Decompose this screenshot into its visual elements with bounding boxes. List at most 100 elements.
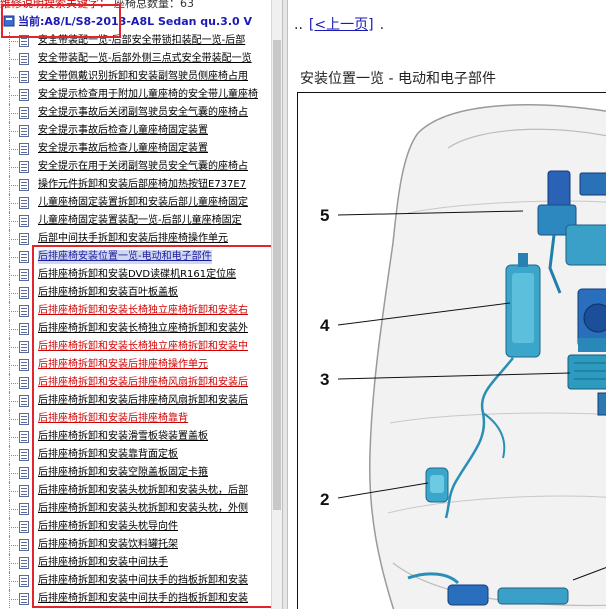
document-icon (19, 89, 29, 101)
document-icon (19, 413, 29, 425)
tree-item-label[interactable]: 安全带佩戴识别拆卸和安装副驾驶员侧座椅占用 (38, 70, 248, 84)
tree-item[interactable]: 安全提示事故后检查儿童座椅固定装置 (0, 122, 272, 140)
callout-4: 4 (320, 316, 330, 335)
document-icon (19, 503, 29, 515)
tree-connector (9, 95, 18, 96)
tree-connector (9, 113, 18, 114)
tree-item[interactable]: 安全提示事故后检查儿童座椅固定装置 (0, 140, 272, 158)
tree-connector (9, 329, 18, 330)
component-2 (425, 467, 449, 503)
document-icon (19, 323, 29, 335)
document-icon (19, 377, 29, 389)
tree-connector (9, 509, 18, 510)
tree-scrollbar-thumb[interactable] (273, 40, 281, 510)
document-icon (19, 485, 29, 497)
component-4 (505, 253, 541, 358)
tree-connector (9, 473, 18, 474)
tree-connector (9, 221, 18, 222)
tree-item[interactable]: 安全提示在用于关闭副驾驶员安全气囊的座椅占 (0, 158, 272, 176)
document-icon (19, 305, 29, 317)
document-icon (19, 557, 29, 569)
tree-connector (9, 41, 18, 42)
document-icon (19, 539, 29, 551)
tree-item-label[interactable]: 儿童座椅固定装置拆卸和安装后部儿童座椅固定 (38, 196, 248, 210)
document-icon (19, 449, 29, 461)
tree-connector (9, 185, 18, 186)
tree-item[interactable]: 安全提示检查用于附加儿童座椅的安全带儿童座椅 (0, 86, 272, 104)
navigation-tree-pane: 维修说明搜索关键字： 座椅总数量：63 当前:A8/L/S8-2013-A8L S… (0, 0, 282, 609)
tree-connector (9, 149, 18, 150)
document-icon (19, 215, 29, 227)
tree-item-label[interactable]: 后部中间扶手拆卸和安装后排座椅操作单元 (38, 232, 228, 246)
tree-item[interactable]: 儿童座椅固定装置装配一览-后部儿童座椅固定 (0, 212, 272, 230)
current-node-highlight-box (1, 4, 121, 38)
section-title: 安装位置一览 - 电动和电子部件 (300, 71, 496, 87)
tree-scrollbar[interactable] (271, 0, 282, 609)
tree-item[interactable]: 安全提示事故后关闭副驾驶员安全气囊的座椅占 (0, 104, 272, 122)
document-icon (19, 575, 29, 587)
tree-connector (9, 311, 18, 312)
tree-connector (9, 545, 18, 546)
tree-connector (9, 275, 18, 276)
tree-item-label[interactable]: 操作元件拆卸和安装后部座椅加热按钮E737E7 (38, 178, 246, 192)
tree-item-label[interactable]: 安全提示事故后检查儿童座椅固定装置 (38, 124, 208, 138)
tree-connector (9, 437, 18, 438)
tree-connector (9, 347, 18, 348)
content-pane: .. [<上一页]. 安装位置一览 - 电动和电子部件 5 4 3 2 (288, 0, 606, 609)
tree-connector (9, 383, 18, 384)
document-icon (19, 269, 29, 281)
tree-connector (9, 257, 18, 258)
seat-illustration: 5 4 3 2 (320, 104, 606, 609)
tree-connector (9, 203, 18, 204)
document-icon (19, 593, 29, 605)
document-icon (19, 71, 29, 83)
document-icon (19, 233, 29, 245)
rear-seat-group-highlight-box (32, 245, 276, 608)
document-icon (19, 143, 29, 155)
callout-5: 5 (320, 206, 329, 225)
nav-suffix: . (379, 17, 385, 33)
document-icon (19, 431, 29, 443)
tree-connector (9, 563, 18, 564)
tree-connector (9, 455, 18, 456)
document-icon (19, 521, 29, 533)
page-nav-line: .. [<上一页]. (294, 14, 384, 34)
document-icon (19, 161, 29, 173)
tree-item[interactable]: 安全带佩戴识别拆卸和安装副驾驶员侧座椅占用 (0, 68, 272, 86)
document-icon (19, 179, 29, 191)
document-icon (19, 53, 29, 65)
component-cluster (577, 288, 606, 352)
tree-connector (9, 599, 18, 600)
tree-connector (9, 59, 18, 60)
tree-item-label[interactable]: 安全提示事故后关闭副驾驶员安全气囊的座椅占 (38, 106, 248, 120)
tree-item-label[interactable]: 安全提示检查用于附加儿童座椅的安全带儿童座椅 (38, 88, 258, 102)
tree-connector (9, 581, 18, 582)
document-icon (19, 341, 29, 353)
document-icon (19, 251, 29, 263)
callout-3: 3 (320, 370, 329, 389)
previous-page-link[interactable]: [<上一页] (309, 17, 374, 33)
tree-item-label[interactable]: 安全带装配一览-后部外侧三点式安全带装配一览 (38, 52, 252, 66)
tree-connector (9, 131, 18, 132)
document-icon (19, 287, 29, 299)
tree-item-label[interactable]: 安全提示事故后检查儿童座椅固定装置 (38, 142, 208, 156)
document-icon (19, 359, 29, 371)
tree-item[interactable]: 操作元件拆卸和安装后部座椅加热按钮E737E7 (0, 176, 272, 194)
document-icon (19, 197, 29, 209)
tree-item[interactable]: 儿童座椅固定装置拆卸和安装后部儿童座椅固定 (0, 194, 272, 212)
tree-connector (9, 167, 18, 168)
tree-item[interactable]: 安全带装配一览-后部外侧三点式安全带装配一览 (0, 50, 272, 68)
document-icon (19, 467, 29, 479)
document-icon (19, 395, 29, 407)
document-icon (19, 107, 29, 119)
tree-item-label[interactable]: 儿童座椅固定装置装配一览-后部儿童座椅固定 (38, 214, 242, 228)
seat-components-figure: 5 4 3 2 (297, 92, 606, 609)
search-keyword-value: 座椅总数量：63 (114, 0, 194, 10)
tree-connector (9, 401, 18, 402)
tree-connector (9, 239, 18, 240)
tree-connector (9, 77, 18, 78)
nav-prefix: .. (294, 17, 303, 33)
tree-connector (9, 293, 18, 294)
tree-item-label[interactable]: 安全提示在用于关闭副驾驶员安全气囊的座椅占 (38, 160, 248, 174)
tree-connector (9, 491, 18, 492)
